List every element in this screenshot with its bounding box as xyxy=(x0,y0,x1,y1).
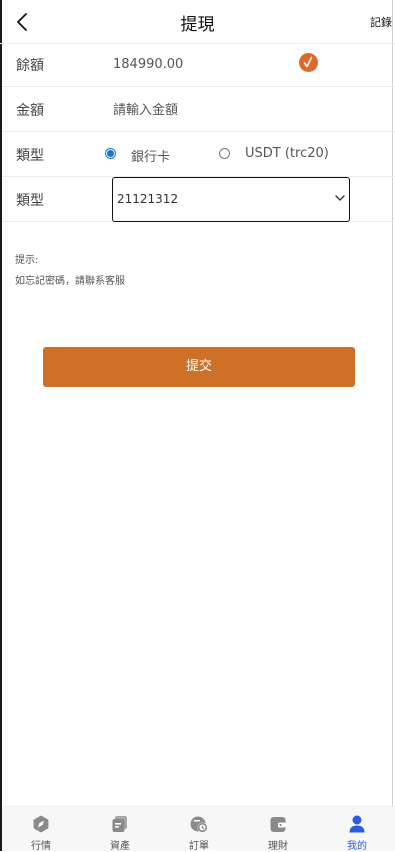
account-label: 類型 xyxy=(16,193,44,209)
hint-text: 如忘記密碼，請聯系客服 xyxy=(15,276,125,287)
balance-value: 184990.00 xyxy=(113,57,184,72)
page-title: 提現 xyxy=(180,15,215,35)
radio-button-checked[interactable] xyxy=(105,148,116,159)
balance-label: 餘額 xyxy=(16,58,44,74)
radio-label-usdt: USDT (trc20) xyxy=(245,146,329,161)
submit-button[interactable]: 提交 xyxy=(43,347,355,387)
nav-item-orders[interactable]: 訂單 xyxy=(160,807,238,852)
balance-row: 餘額 184990.00 xyxy=(2,43,395,87)
nav-item-mine[interactable]: 我的 xyxy=(318,807,395,852)
hint-title: 提示: xyxy=(15,255,39,266)
top-bar: 提現 記錄 xyxy=(0,0,395,44)
nav-label-market: 行情 xyxy=(31,841,51,852)
nav-item-assets[interactable]: 資產 xyxy=(81,807,159,852)
account-row: 類型 21121312 xyxy=(2,177,395,222)
purse-icon xyxy=(270,817,286,832)
confirm-balance-button[interactable] xyxy=(299,53,318,72)
account-select-value: 21121312 xyxy=(117,192,179,206)
nav-item-market[interactable]: 行情 xyxy=(2,807,80,852)
nav-label-finance: 理財 xyxy=(268,841,288,852)
records-link[interactable]: 記錄 xyxy=(370,14,392,30)
amount-label: 金額 xyxy=(16,103,44,119)
orders-icon xyxy=(190,816,208,833)
nav-label-assets: 資產 xyxy=(110,841,130,852)
nav-item-finance[interactable]: 理財 xyxy=(239,807,317,852)
nav-label-mine: 我的 xyxy=(347,841,367,852)
account-select[interactable]: 21121312 xyxy=(112,177,350,222)
checkmark-circle-icon xyxy=(303,56,313,68)
radio-label-bank-card: 銀行卡 xyxy=(131,150,171,165)
payout-type-label: 類型 xyxy=(16,148,44,164)
wallet-cards-icon xyxy=(112,816,127,832)
compass-icon xyxy=(33,815,49,833)
chevron-down-icon xyxy=(335,195,345,201)
radio-button-unchecked[interactable] xyxy=(219,148,230,159)
amount-input[interactable] xyxy=(113,100,363,120)
bottom-nav: 行情 資產 訂單 理財 我的 xyxy=(2,806,395,852)
payout-type-row: 類型 銀行卡 USDT (trc20) xyxy=(2,133,395,177)
radio-option-bank-card[interactable]: 銀行卡 xyxy=(105,146,185,165)
amount-row: 金額 xyxy=(2,88,395,132)
radio-option-usdt[interactable]: USDT (trc20) xyxy=(219,146,339,164)
user-icon xyxy=(349,815,365,833)
nav-label-orders: 訂單 xyxy=(189,841,209,852)
